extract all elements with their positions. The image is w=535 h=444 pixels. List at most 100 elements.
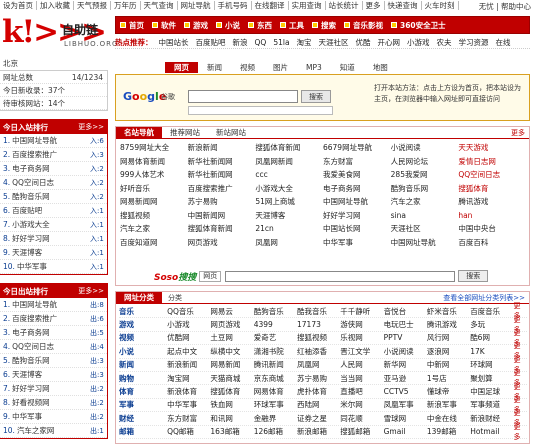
- ranking-row[interactable]: 9. 中华军事 出:2: [0, 410, 107, 424]
- famous-site-link[interactable]: 中国站长网: [323, 222, 391, 236]
- top-link[interactable]: 天气预报: [74, 1, 111, 10]
- famous-site-link[interactable]: 苏宁易购: [188, 195, 256, 209]
- category-site-link[interactable]: 17K: [470, 347, 513, 356]
- category-site-link[interactable]: 潇湘书院: [254, 346, 297, 357]
- category-site-link[interactable]: 新浪军事: [427, 399, 470, 410]
- ranking-site-name[interactable]: 好看视频网: [12, 398, 50, 407]
- famous-site-link[interactable]: 我爱美食网: [323, 168, 391, 182]
- category-site-link[interactable]: 4399: [254, 320, 297, 329]
- category-site-link[interactable]: 铁血网: [210, 399, 253, 410]
- category-site-link[interactable]: 直播吧: [340, 386, 383, 397]
- top-link[interactable]: 火车时刻: [422, 1, 459, 10]
- ranking-row[interactable]: 10. 中华军事 入:1: [0, 260, 107, 274]
- in-ranking-more-link[interactable]: 更多>>: [78, 122, 104, 132]
- famous-site-link[interactable]: 285我爱网: [391, 168, 459, 182]
- category-site-link[interactable]: 新浪体育: [167, 386, 210, 397]
- ranking-site-name[interactable]: 好好学习网: [12, 384, 50, 393]
- famous-site-link[interactable]: 中国网址导航: [323, 195, 391, 209]
- famous-site-link[interactable]: 搜狐视频: [120, 209, 188, 223]
- ranking-row[interactable]: 5. 酷狗音乐网 入:2: [0, 190, 107, 204]
- famous-site-link[interactable]: 搜狐体育新闻: [255, 141, 323, 155]
- ranking-site-name[interactable]: 中华军事: [17, 262, 47, 271]
- category-site-link[interactable]: 逐浪网: [427, 346, 470, 357]
- category-site-link[interactable]: 多玩: [470, 319, 513, 330]
- category-site-link[interactable]: 酷狗音乐: [254, 306, 297, 317]
- top-link[interactable]: 更多: [363, 1, 385, 10]
- famous-site-link[interactable]: ccc: [255, 168, 323, 182]
- ranking-site-name[interactable]: 好好学习网: [12, 234, 50, 243]
- hot-link[interactable]: 百度贴吧: [196, 37, 226, 48]
- top-link[interactable]: 万年历: [111, 1, 141, 10]
- famous-site-link[interactable]: 爱情日志网: [458, 155, 526, 169]
- ranking-site-name[interactable]: 电子商务网: [12, 328, 50, 337]
- category-site-link[interactable]: 腾讯新闻: [254, 359, 297, 370]
- ranking-site-name[interactable]: 酷狗音乐网: [12, 192, 50, 201]
- category-row-more-link[interactable]: 更多: [514, 422, 527, 442]
- category-site-link[interactable]: 人民网: [340, 359, 383, 370]
- ranking-site-name[interactable]: 酷狗音乐网: [12, 356, 50, 365]
- category-site-link[interactable]: 千千静听: [340, 306, 383, 317]
- ranking-site-name[interactable]: 汽车之家网: [17, 426, 55, 435]
- category-site-link[interactable]: 1号店: [427, 373, 470, 384]
- hot-link[interactable]: QQ: [255, 38, 267, 47]
- category-nav-item[interactable]: 首页: [120, 20, 144, 31]
- famous-site-link[interactable]: 中国网址导航: [391, 236, 459, 250]
- category-site-link[interactable]: 中华军事: [167, 399, 210, 410]
- famous-site-link[interactable]: 新华社新闻网: [188, 155, 256, 169]
- category-site-link[interactable]: 百度音乐: [470, 306, 513, 317]
- famous-site-link[interactable]: 中国中央台: [458, 222, 526, 236]
- category-site-link[interactable]: 中新网: [427, 359, 470, 370]
- famous-site-link[interactable]: sina: [391, 209, 459, 223]
- ranking-site-name[interactable]: 中国网址导航: [12, 136, 57, 145]
- hot-link[interactable]: 51la: [273, 38, 289, 47]
- ranking-site-name[interactable]: 小游戏大全: [12, 220, 50, 229]
- ranking-row[interactable]: 2. 百度搜索推广 入:3: [0, 148, 107, 162]
- category-nav-item[interactable]: 音乐影视: [344, 20, 383, 31]
- ranking-row[interactable]: 8. 好好学习网 入:1: [0, 232, 107, 246]
- top-link[interactable]: 网址导航: [178, 1, 215, 10]
- category-site-link[interactable]: 酷6网: [470, 332, 513, 343]
- top-link[interactable]: 快递查询: [385, 1, 422, 10]
- category-site-link[interactable]: 搜狐体育: [210, 386, 253, 397]
- famous-site-link[interactable]: 8759网址大全: [120, 141, 188, 155]
- category-site-link[interactable]: 亚马逊: [384, 373, 427, 384]
- category-site-link[interactable]: 酷我音乐: [297, 306, 340, 317]
- soso-search-input[interactable]: [225, 270, 456, 282]
- category-site-link[interactable]: 小游戏: [167, 319, 210, 330]
- search-tab[interactable]: 网页: [165, 62, 198, 73]
- famous-site-link[interactable]: 东方财富: [323, 155, 391, 169]
- web-categories-tab[interactable]: 分类: [162, 293, 188, 303]
- category-nav-item[interactable]: 360安全卫士: [391, 20, 446, 31]
- category-site-link[interactable]: 网易新闻: [210, 359, 253, 370]
- category-site-link[interactable]: 西陆网: [297, 399, 340, 410]
- ranking-site-name[interactable]: 百度贴吧: [12, 206, 42, 215]
- ranking-site-name[interactable]: 天涯博客: [12, 370, 42, 379]
- hot-link[interactable]: 农夫: [437, 37, 452, 48]
- famous-site-link[interactable]: 51网上商城: [255, 195, 323, 209]
- famous-site-link[interactable]: QQ空间日志: [458, 168, 526, 182]
- famous-site-link[interactable]: 小说阅读: [391, 141, 459, 155]
- hot-link[interactable]: 天涯社区: [319, 37, 349, 48]
- famous-site-link[interactable]: 新华社新闻网: [188, 168, 256, 182]
- ranking-row[interactable]: 6. 天涯博客 出:3: [0, 368, 107, 382]
- category-site-link[interactable]: 新浪新闻: [167, 359, 210, 370]
- category-site-link[interactable]: 米尔网: [340, 399, 383, 410]
- ranking-row[interactable]: 2. 百度搜索推广 出:6: [0, 312, 107, 326]
- famous-site-link[interactable]: 百度知道网: [120, 236, 188, 250]
- hot-link[interactable]: 优酷: [356, 37, 371, 48]
- category-site-link[interactable]: 163邮箱: [210, 426, 253, 437]
- ranking-site-name[interactable]: 百度搜索推广: [12, 314, 57, 323]
- search-tab[interactable]: 知道: [331, 62, 364, 73]
- category-site-link[interactable]: 虎扑体育: [297, 386, 340, 397]
- category-site-link[interactable]: 同花顺: [340, 413, 383, 424]
- ranking-row[interactable]: 9. 天涯博客 入:1: [0, 246, 107, 260]
- soso-search-button[interactable]: 搜索: [458, 270, 489, 282]
- category-site-link[interactable]: 126邮箱: [254, 426, 297, 437]
- ranking-site-name[interactable]: 电子商务网: [12, 164, 50, 173]
- ranking-row[interactable]: 4. QQ空间日志 入:2: [0, 176, 107, 190]
- ranking-site-name[interactable]: 中华军事: [12, 412, 42, 421]
- ranking-site-name[interactable]: 天涯博客: [12, 248, 42, 257]
- famous-site-link[interactable]: 6679网址导航: [323, 141, 391, 155]
- category-row-head[interactable]: 小说: [119, 346, 167, 357]
- category-site-link[interactable]: 晋江文学: [340, 346, 383, 357]
